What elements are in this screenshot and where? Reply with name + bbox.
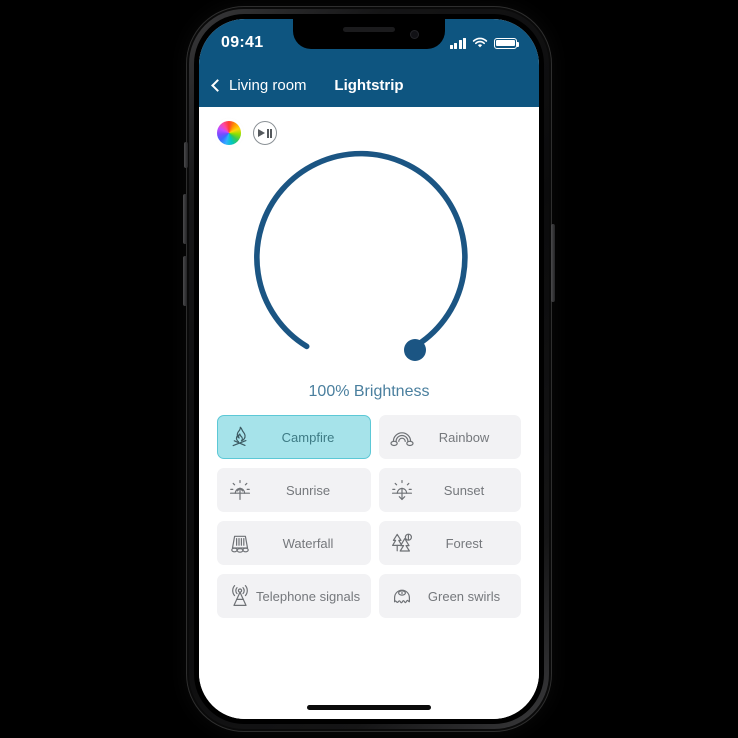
home-indicator[interactable] <box>307 705 431 710</box>
scene-grid: Campfire Rainbow Sunrise Sunset Waterfal… <box>217 415 521 618</box>
scene-label: Campfire <box>281 429 335 445</box>
status-time: 09:41 <box>221 34 264 51</box>
pause-bars-icon <box>266 128 272 138</box>
notch <box>293 19 445 49</box>
phone-bezel: 09:41 Living room Lightstrip 100% Bright… <box>194 14 544 724</box>
wifi-icon <box>472 37 488 48</box>
quick-actions-row <box>217 121 521 145</box>
brightness-value-label: 100% Brightness <box>308 383 430 400</box>
scene-label: Sunset <box>443 482 485 498</box>
scene-label: Forest <box>445 535 483 551</box>
navigation-bar: Living room Lightstrip <box>199 63 539 107</box>
sunset-icon <box>386 474 418 506</box>
scene-button-waterfall[interactable]: Waterfall <box>217 521 372 565</box>
scene-label: Sunrise <box>286 482 331 498</box>
status-indicators <box>449 37 520 49</box>
silent-switch[interactable] <box>184 142 188 168</box>
dial-knob[interactable] <box>404 339 426 361</box>
phone-device: 09:41 Living room Lightstrip 100% Bright… <box>183 6 555 732</box>
scene-button-sunset[interactable]: Sunset <box>379 468 521 512</box>
front-camera-icon <box>410 30 419 39</box>
chevron-left-icon <box>211 78 224 92</box>
brightness-dial-svg[interactable] <box>249 149 489 371</box>
waterfall-icon <box>224 527 256 559</box>
battery-full-icon <box>494 37 520 49</box>
green-swirls-icon <box>386 580 418 612</box>
scene-button-campfire[interactable]: Campfire <box>217 415 372 459</box>
power-button[interactable] <box>551 224 555 302</box>
signal-bars-icon <box>449 37 466 49</box>
scene-button-telephone-signals[interactable]: Telephone signals <box>217 574 372 618</box>
scene-label: Telephone signals <box>256 588 361 604</box>
sunrise-icon <box>224 474 256 506</box>
campfire-icon <box>224 421 256 453</box>
scene-button-sunrise[interactable]: Sunrise <box>217 468 372 512</box>
scene-label: Waterfall <box>282 535 334 551</box>
back-button[interactable]: Living room <box>211 76 307 94</box>
scene-button-forest[interactable]: Forest <box>379 521 521 565</box>
telephone-signals-icon <box>224 580 256 612</box>
scene-label: Green swirls <box>427 588 501 604</box>
scene-button-rainbow[interactable]: Rainbow <box>379 415 521 459</box>
back-button-label: Living room <box>229 76 307 94</box>
screenshot-stage: 09:41 Living room Lightstrip 100% Bright… <box>0 0 738 738</box>
brightness-dial[interactable] <box>217 149 521 371</box>
earpiece-speaker-icon <box>343 27 395 32</box>
play-pause-icon[interactable] <box>253 121 277 145</box>
scene-button-green-swirls[interactable]: Green swirls <box>379 574 521 618</box>
phone-screen: 09:41 Living room Lightstrip 100% Bright… <box>199 19 539 719</box>
volume-up-button[interactable] <box>183 194 187 244</box>
dial-track[interactable] <box>254 150 468 351</box>
color-wheel-icon[interactable] <box>217 121 241 145</box>
rainbow-icon <box>386 421 418 453</box>
play-triangle-icon <box>258 129 265 137</box>
volume-down-button[interactable] <box>183 256 187 306</box>
main-content: 100% Brightness Campfire Rainbow Sunrise… <box>199 107 539 719</box>
scene-label: Rainbow <box>438 429 490 445</box>
forest-icon <box>386 527 418 559</box>
